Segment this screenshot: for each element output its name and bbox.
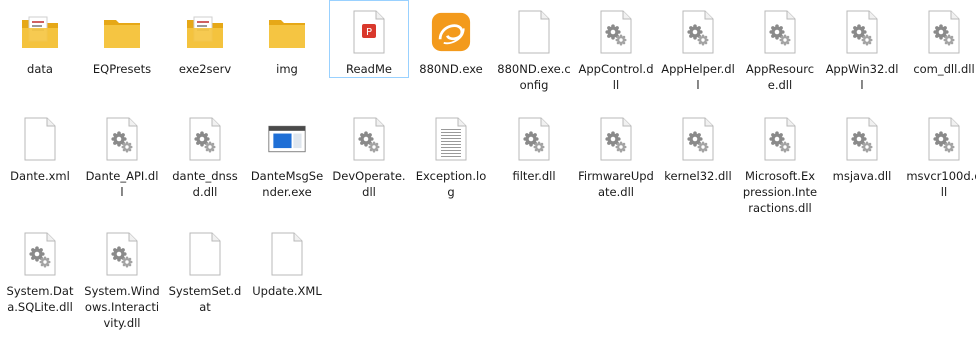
dll-gear-icon bbox=[760, 114, 800, 164]
file-label: EQPresets bbox=[92, 62, 152, 76]
file-item[interactable]: msvcr100d.dll bbox=[904, 107, 976, 201]
dll-gear-icon bbox=[678, 7, 718, 57]
file-item[interactable]: exe2serv bbox=[165, 0, 245, 78]
file-item[interactable]: com_dll.dll bbox=[904, 0, 976, 78]
file-label: ReadMe bbox=[346, 62, 392, 76]
file-label: com_dll.dll bbox=[913, 62, 975, 76]
folder-documents-icon bbox=[20, 7, 60, 57]
file-label: 880ND.exe.config bbox=[497, 62, 571, 92]
file-item[interactable]: DevOperate.dll bbox=[329, 107, 409, 201]
dll-gear-icon bbox=[185, 114, 225, 164]
file-item[interactable]: img bbox=[247, 0, 327, 78]
file-item[interactable]: Exception.log bbox=[411, 107, 491, 201]
folder-documents-icon bbox=[185, 7, 225, 57]
file-label: msjava.dll bbox=[832, 169, 892, 183]
dll-gear-icon bbox=[102, 229, 142, 279]
dll-gear-icon bbox=[102, 114, 142, 164]
dll-gear-icon bbox=[596, 114, 636, 164]
file-label: System.Windows.Interactivity.dll bbox=[84, 284, 160, 330]
blank-file-icon bbox=[514, 7, 554, 57]
file-item[interactable]: filter.dll bbox=[494, 107, 574, 185]
file-label: Dante.xml bbox=[10, 169, 70, 183]
file-label: Microsoft.Expression.Interactions.dll bbox=[742, 169, 818, 215]
blank-file-icon bbox=[267, 229, 307, 279]
dll-gear-icon bbox=[842, 114, 882, 164]
file-label: SystemSet.dat bbox=[168, 284, 242, 314]
blank-file-icon bbox=[185, 229, 225, 279]
file-label: Exception.log bbox=[415, 169, 487, 199]
file-label: AppHelper.dll bbox=[661, 62, 735, 92]
file-item[interactable]: SystemSet.dat bbox=[165, 222, 245, 316]
file-label: img bbox=[276, 62, 298, 76]
file-item[interactable]: DanteMsgSender.exe bbox=[247, 107, 327, 201]
svg-text:P: P bbox=[366, 27, 372, 38]
file-label: AppWin32.dll bbox=[825, 62, 899, 92]
dll-gear-icon bbox=[924, 114, 964, 164]
file-item[interactable]: 880ND.exe bbox=[411, 0, 491, 78]
file-label: dante_dnssd.dll bbox=[172, 169, 238, 199]
file-label: Update.XML bbox=[252, 284, 322, 298]
file-item[interactable]: AppWin32.dll bbox=[822, 0, 902, 94]
file-item[interactable]: EQPresets bbox=[82, 0, 162, 78]
app-swirl-icon bbox=[431, 7, 471, 57]
file-label: AppResource.dll bbox=[745, 62, 815, 92]
file-label: kernel32.dll bbox=[664, 169, 732, 183]
file-label: Dante_API.dll bbox=[85, 169, 159, 199]
file-item[interactable]: AppResource.dll bbox=[740, 0, 820, 94]
dll-gear-icon bbox=[514, 114, 554, 164]
file-label: filter.dll bbox=[512, 169, 556, 183]
file-label: msvcr100d.dll bbox=[906, 169, 976, 199]
file-item[interactable]: data bbox=[0, 0, 80, 78]
pdf-file-icon: P bbox=[349, 7, 389, 57]
exe-window-icon bbox=[267, 114, 307, 164]
file-item[interactable]: System.Data.SQLite.dll bbox=[0, 222, 80, 316]
dll-gear-icon bbox=[20, 229, 60, 279]
file-item[interactable]: AppHelper.dll bbox=[658, 0, 738, 94]
file-item[interactable]: Microsoft.Expression.Interactions.dll bbox=[740, 107, 820, 217]
file-item[interactable]: P ReadMe bbox=[329, 0, 409, 78]
file-item[interactable]: 880ND.exe.config bbox=[494, 0, 574, 94]
folder-icon bbox=[267, 7, 307, 57]
file-label: 880ND.exe bbox=[419, 62, 483, 76]
folder-icon bbox=[102, 7, 142, 57]
file-item[interactable]: msjava.dll bbox=[822, 107, 902, 185]
dll-gear-icon bbox=[678, 114, 718, 164]
file-icon-grid: data EQPresets exe2serv img P ReadMe 880… bbox=[0, 0, 976, 346]
file-item[interactable]: FirmwareUpdate.dll bbox=[576, 107, 656, 201]
file-item[interactable]: kernel32.dll bbox=[658, 107, 738, 185]
text-file-icon bbox=[431, 114, 471, 164]
file-label: FirmwareUpdate.dll bbox=[578, 169, 654, 199]
dll-gear-icon bbox=[760, 7, 800, 57]
file-label: System.Data.SQLite.dll bbox=[6, 284, 74, 314]
dll-gear-icon bbox=[842, 7, 882, 57]
file-label: data bbox=[27, 62, 53, 76]
file-label: exe2serv bbox=[178, 62, 232, 76]
dll-gear-icon bbox=[349, 114, 389, 164]
file-item[interactable]: dante_dnssd.dll bbox=[165, 107, 245, 201]
file-item[interactable]: System.Windows.Interactivity.dll bbox=[82, 222, 162, 332]
dll-gear-icon bbox=[924, 7, 964, 57]
file-label: DanteMsgSender.exe bbox=[250, 169, 324, 199]
file-label: AppControl.dll bbox=[578, 62, 654, 92]
blank-file-icon bbox=[20, 114, 60, 164]
file-label: DevOperate.dll bbox=[332, 169, 406, 199]
dll-gear-icon bbox=[596, 7, 636, 57]
file-item[interactable]: Dante_API.dll bbox=[82, 107, 162, 201]
file-item[interactable]: AppControl.dll bbox=[576, 0, 656, 94]
file-item[interactable]: Update.XML bbox=[247, 222, 327, 300]
file-item[interactable]: Dante.xml bbox=[0, 107, 80, 185]
